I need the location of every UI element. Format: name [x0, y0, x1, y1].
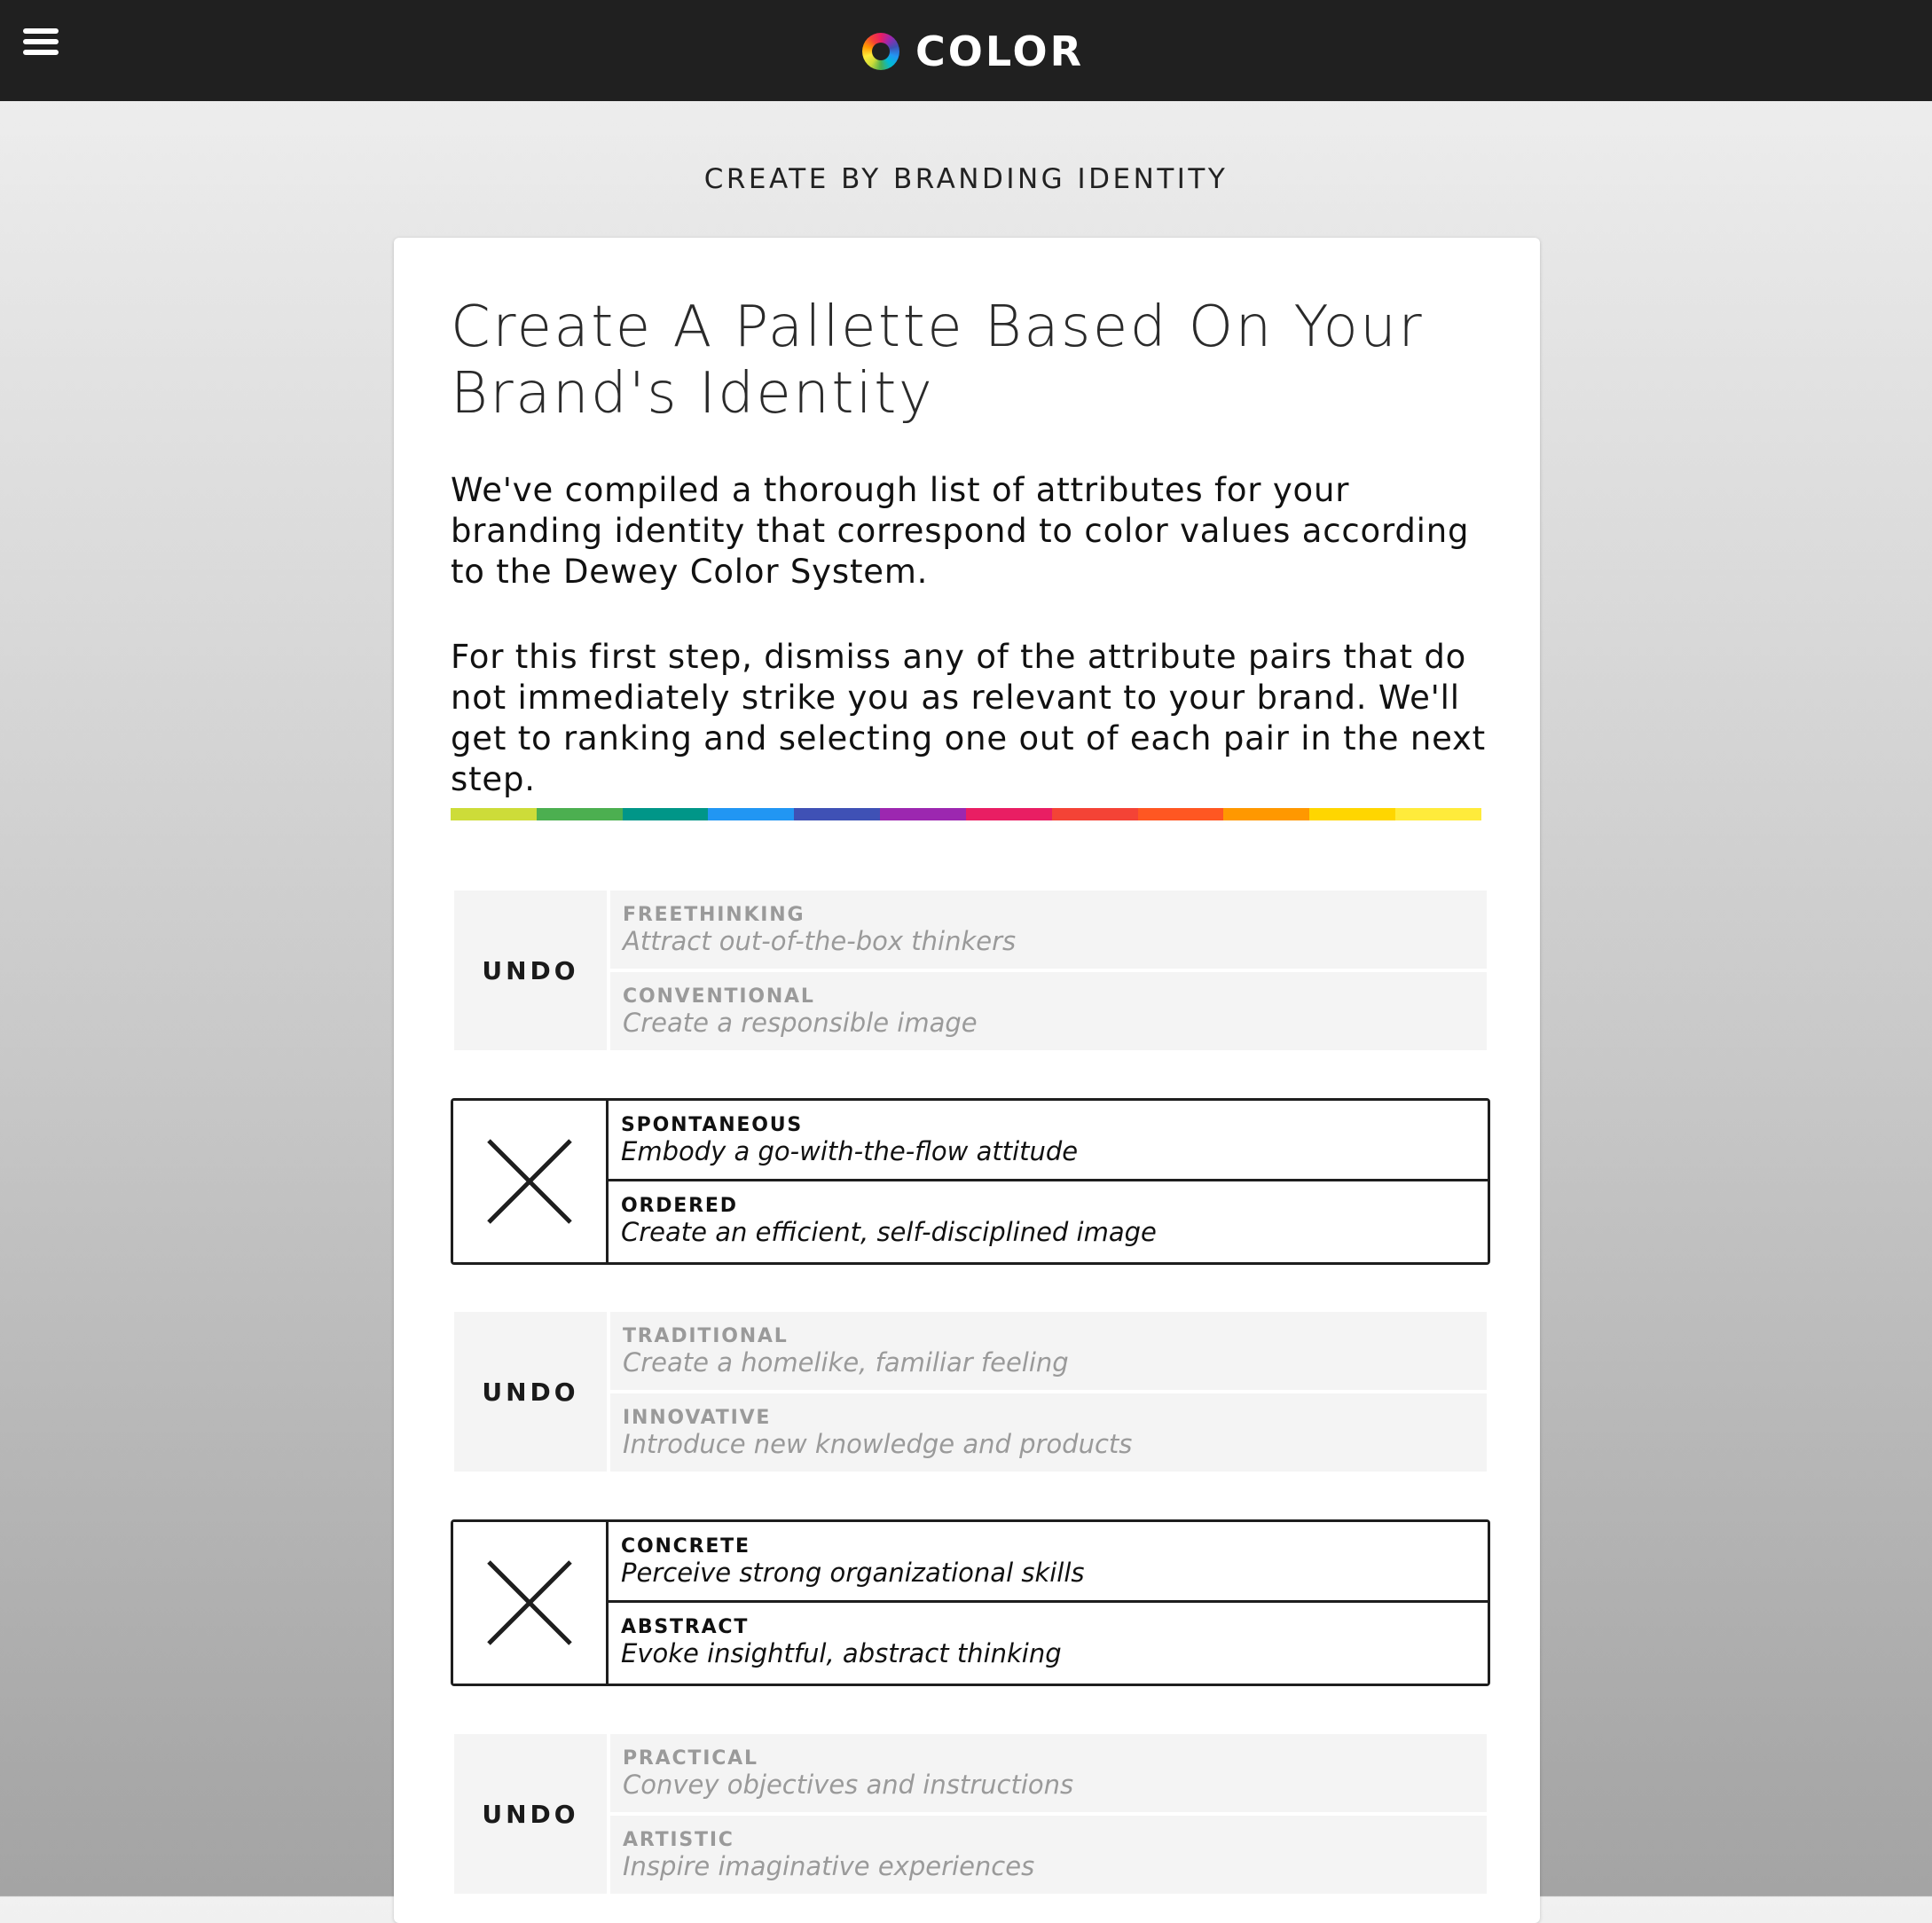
color-wheel-icon — [862, 33, 899, 70]
attribute-option: ORDERED Create an efficient, self-discip… — [609, 1181, 1488, 1262]
attribute-pair-spontaneous-ordered: SPONTANEOUS Embody a go-with-the-flow at… — [451, 1098, 1490, 1265]
color-swatch — [622, 808, 709, 820]
attribute-description: Evoke insightful, abstract thinking — [621, 1638, 1062, 1668]
undo-button[interactable]: UNDO — [454, 891, 607, 1050]
undo-label: UNDO — [482, 955, 579, 985]
color-swatch — [1395, 808, 1481, 820]
description-intro: We've compiled a thorough list of attrib… — [451, 471, 1470, 591]
undo-button[interactable]: UNDO — [454, 1734, 607, 1894]
card-title-line-2: Brand's Identity — [451, 361, 935, 427]
attribute-option: CONCRETE Perceive strong organizational … — [609, 1522, 1488, 1603]
attribute-option: SPONTANEOUS Embody a go-with-the-flow at… — [609, 1101, 1488, 1181]
attribute-option: CONVENTIONAL Create a responsible image — [610, 972, 1487, 1050]
attribute-option: FREETHINKING Attract out-of-the-box thin… — [610, 891, 1487, 969]
card-title-line-1: Create A Pallette Based On Your — [451, 294, 1425, 360]
brand-logo-link[interactable]: COLOR — [862, 27, 1084, 76]
attribute-description: Embody a go-with-the-flow attitude — [621, 1136, 1079, 1166]
color-swatch — [794, 808, 881, 820]
color-spectrum-strip — [451, 808, 1481, 820]
attribute-pair-freethinking-conventional: UNDO FREETHINKING Attract out-of-the-box… — [454, 891, 1487, 1050]
attribute-name: PRACTICAL — [623, 1747, 758, 1770]
attribute-name: SPONTANEOUS — [621, 1114, 804, 1136]
attribute-name: ORDERED — [621, 1195, 738, 1217]
top-navigation-bar: COLOR — [0, 0, 1932, 101]
attribute-option: PRACTICAL Convey objectives and instruct… — [610, 1734, 1487, 1812]
color-swatch — [1223, 808, 1310, 820]
color-swatch — [965, 808, 1052, 820]
attribute-description: Create an efficient, self-disciplined im… — [621, 1217, 1157, 1247]
attribute-pair-traditional-innovative: UNDO TRADITIONAL Create a homelike, fami… — [454, 1312, 1487, 1472]
page-heading: CREATE BY BRANDING IDENTITY — [703, 163, 1229, 195]
description-instructions: For this first step, dismiss any of the … — [451, 638, 1486, 798]
attribute-description: Create a homelike, familiar feeling — [623, 1347, 1069, 1377]
attribute-name: CONCRETE — [621, 1535, 750, 1558]
attribute-description: Attract out-of-the-box thinkers — [623, 926, 1017, 956]
attribute-option: ABSTRACT Evoke insightful, abstract thin… — [609, 1603, 1488, 1684]
dismiss-pair-button[interactable] — [453, 1101, 609, 1262]
color-swatch — [1309, 808, 1396, 820]
color-swatch — [880, 808, 966, 820]
undo-label: UNDO — [482, 1377, 579, 1407]
attribute-name: FREETHINKING — [623, 904, 805, 926]
close-x-icon — [487, 1560, 572, 1645]
attribute-description: Create a responsible image — [623, 1008, 978, 1038]
brand-name: COLOR — [915, 27, 1085, 75]
attribute-name: ARTISTIC — [623, 1829, 734, 1851]
attribute-description: Perceive strong organizational skills — [621, 1558, 1085, 1588]
color-swatch — [536, 808, 623, 820]
attribute-option: INNOVATIVE Introduce new knowledge and p… — [610, 1393, 1487, 1472]
undo-label: UNDO — [482, 1799, 579, 1829]
attribute-name: ABSTRACT — [621, 1616, 750, 1638]
identity-card: Create A Pallette Based On Your Brand's … — [394, 238, 1540, 1923]
undo-button[interactable]: UNDO — [454, 1312, 607, 1472]
attribute-pair-concrete-abstract: CONCRETE Perceive strong organizational … — [451, 1519, 1490, 1686]
card-title: Create A Pallette Based On Your Brand's … — [451, 294, 1426, 428]
attribute-name: CONVENTIONAL — [623, 985, 815, 1008]
dismiss-pair-button[interactable] — [453, 1522, 609, 1684]
close-x-icon — [487, 1139, 572, 1224]
color-swatch — [708, 808, 795, 820]
color-swatch — [451, 808, 537, 820]
attribute-description: Inspire imaginative experiences — [623, 1851, 1035, 1881]
attribute-pair-practical-artistic: UNDO PRACTICAL Convey objectives and ins… — [454, 1734, 1487, 1894]
color-swatch — [1137, 808, 1224, 820]
hamburger-menu-icon[interactable] — [23, 27, 60, 59]
attribute-description: Introduce new knowledge and products — [623, 1429, 1133, 1459]
attribute-option: ARTISTIC Inspire imaginative experiences — [610, 1816, 1487, 1894]
attribute-description: Convey objectives and instructions — [623, 1770, 1074, 1800]
attribute-option: TRADITIONAL Create a homelike, familiar … — [610, 1312, 1487, 1390]
color-swatch — [1051, 808, 1138, 820]
attribute-name: TRADITIONAL — [623, 1325, 789, 1347]
attribute-name: INNOVATIVE — [623, 1407, 772, 1429]
